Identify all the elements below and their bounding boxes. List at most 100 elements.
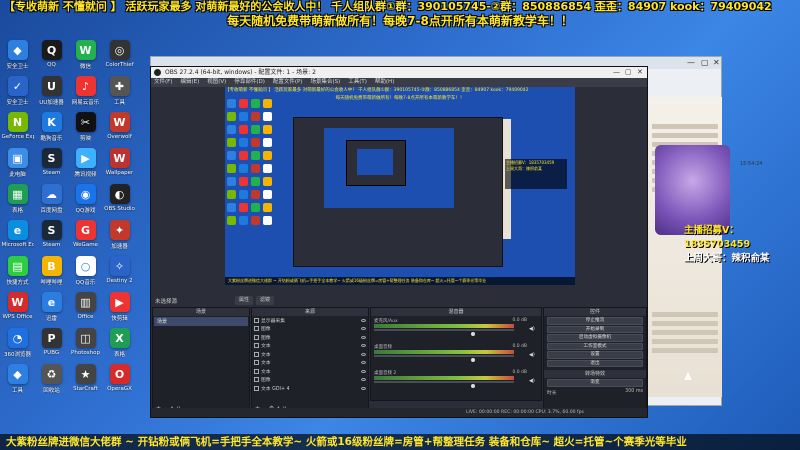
desktop-icon[interactable]: ✦ 加速器	[104, 220, 135, 256]
control-button[interactable]: 工作室模式	[547, 342, 643, 350]
source-row[interactable]: 文本 GDI+ 4	[252, 384, 368, 393]
desktop-icon[interactable]: ◐ OBS Studio	[104, 184, 135, 220]
speaker-icon[interactable]: ◀)	[529, 326, 537, 332]
control-button[interactable]: 启动虚拟摄像机	[547, 334, 643, 342]
desktop-icon[interactable]: S Steam	[36, 220, 67, 256]
desktop-icon[interactable]: W WPS Office	[2, 292, 33, 328]
desktop-icon[interactable]: K 酷狗音乐	[36, 112, 67, 148]
scene-item[interactable]: 场景	[154, 317, 248, 326]
desktop-icon[interactable]: ✧ Destiny 2	[104, 256, 135, 292]
visibility-icon[interactable]	[361, 318, 366, 322]
desktop-icon[interactable]: ▥ Office	[70, 292, 101, 328]
desktop-icon[interactable]: W 微信	[70, 40, 101, 76]
menu-item[interactable]: 视图(V)	[207, 78, 226, 87]
desktop-icon[interactable]: ▶ 腾讯视频	[70, 148, 101, 184]
transition-select[interactable]: 渐变	[547, 379, 643, 387]
desktop-icon[interactable]: Q QQ	[36, 40, 67, 76]
desktop-icon[interactable]: ◆ 工具	[2, 364, 33, 400]
menu-item[interactable]: 停靠部件(D)	[234, 78, 265, 87]
desktop-icon[interactable]: ✚ 工具	[104, 76, 135, 112]
speaker-icon[interactable]: ◀)	[529, 352, 537, 358]
tab-filters[interactable]: 滤镜	[256, 296, 275, 305]
source-row[interactable]: 文本	[252, 359, 368, 368]
minimize-icon[interactable]: —	[687, 58, 695, 67]
desktop-icon[interactable]: U UU加速器	[36, 76, 67, 112]
source-row[interactable]: 文本	[252, 367, 368, 376]
control-button[interactable]: 设置	[547, 351, 643, 359]
desktop-icon[interactable]: ◫ Photoshop	[70, 328, 101, 364]
maximize-icon[interactable]: ▢	[701, 58, 709, 67]
desktop-icon[interactable]: ◎ ColorThief	[104, 40, 135, 76]
visibility-icon[interactable]	[361, 327, 366, 331]
desktop-icon[interactable]: ♻ 回收站	[36, 364, 67, 400]
desktop-icon[interactable]: ✓ 安全卫士	[2, 76, 33, 112]
visibility-icon[interactable]	[361, 335, 366, 339]
desktop-icon[interactable]: W Wallpaper	[104, 148, 135, 184]
obs-preview[interactable]: 【专收萌新 不懂就问 】 活跃玩家最多 对萌新最好的公会收人中！ 千人组队群①群…	[225, 87, 575, 285]
source-name: 文本	[261, 369, 271, 375]
visibility-icon[interactable]	[361, 378, 366, 382]
source-row[interactable]: 文本	[252, 342, 368, 351]
desktop-icon[interactable]: W Overwolf	[104, 112, 135, 148]
desktop-icon[interactable]: ★ StarCraft	[70, 364, 101, 400]
source-row[interactable]: 图像	[252, 325, 368, 334]
preview-desktop-icon	[263, 177, 272, 186]
menu-item[interactable]: 编辑(E)	[180, 78, 199, 87]
desktop-icon[interactable]: B 哔哩哔哩	[36, 256, 67, 292]
desktop-icon[interactable]: ☁ 百度网盘	[36, 184, 67, 220]
volume-slider[interactable]	[471, 358, 475, 362]
desktop-icon[interactable]: e Microsoft Edge	[2, 220, 34, 256]
obs-maximize-icon[interactable]: ▢	[625, 67, 632, 78]
desktop-icon[interactable]: ✂ 剪映	[70, 112, 101, 148]
desktop-icon[interactable]: ◔ 360浏览器	[2, 328, 33, 364]
volume-slider[interactable]	[471, 384, 475, 388]
visibility-icon[interactable]	[361, 386, 366, 390]
desktop-icon[interactable]: ▦ 表格	[2, 184, 33, 220]
desktop-icon[interactable]: S Steam	[36, 148, 67, 184]
source-row[interactable]: 图像	[252, 376, 368, 385]
visibility-icon[interactable]	[361, 361, 366, 365]
desktop-icon[interactable]: G WeGame	[70, 220, 101, 256]
edge-icon: e	[7, 220, 28, 240]
desktop-icon[interactable]: ♪ 网易云音乐	[70, 76, 101, 112]
desktop-icon[interactable]: P PUBG	[36, 328, 67, 364]
desktop-icon[interactable]: ○ QQ音乐	[70, 256, 101, 292]
control-button[interactable]: 停止推流	[547, 317, 643, 325]
menu-item[interactable]: 配置文件(P)	[273, 78, 303, 87]
volume-slider[interactable]	[471, 332, 475, 336]
mixer-header: 混音器	[371, 308, 541, 316]
desktop-icon[interactable]: ◉ QQ游戏	[70, 184, 101, 220]
desktop-icon[interactable]: ◆ 安全卫士	[2, 40, 33, 76]
obs-minimize-icon[interactable]: —	[613, 67, 620, 78]
desktop-icon[interactable]: O OperaGX	[104, 364, 135, 400]
duration-value[interactable]: 300 ms	[625, 389, 643, 396]
menu-item[interactable]: 文件(F)	[154, 78, 172, 87]
menu-item[interactable]: 帮助(H)	[375, 78, 394, 87]
obs-close-icon[interactable]: ✕	[637, 67, 643, 78]
desktop-icon[interactable]: N GeForce Experience	[2, 112, 34, 148]
desktop-icon[interactable]: ▣ 此电脑	[2, 148, 33, 184]
visibility-icon[interactable]	[361, 344, 366, 348]
speaker-icon[interactable]: ◀)	[529, 378, 537, 384]
control-button[interactable]: 开始录制	[547, 325, 643, 333]
source-list: 显示器采集 图像 图像 文本 文本 文本 文本 图像 文本 GDI+ 4	[252, 316, 368, 393]
desktop-icon[interactable]: ▶ 快剪辑	[104, 292, 135, 328]
sources-dock: 来源 显示器采集图像图像文本文本文本文本图像文本 GDI+ 4 + − ⚙ ∧ …	[251, 307, 369, 415]
source-row[interactable]: 文本	[252, 350, 368, 359]
preview-nested-desktop-2	[357, 149, 393, 175]
source-row[interactable]: 图像	[252, 333, 368, 342]
source-row[interactable]: 显示器采集	[252, 316, 368, 325]
visibility-icon[interactable]	[361, 352, 366, 356]
preview-desktop-icon	[227, 99, 236, 108]
close-icon[interactable]: ✕	[713, 58, 720, 67]
control-button[interactable]: 退出	[547, 359, 643, 367]
menu-item[interactable]: 场景集合(S)	[310, 78, 340, 87]
tab-properties[interactable]: 属性	[235, 296, 254, 305]
preview-desktop-icon	[239, 177, 248, 186]
desktop-icon[interactable]: e 迅雷	[36, 292, 67, 328]
desktop-icon[interactable]: X 表格	[104, 328, 135, 364]
desktop-icon[interactable]: ▤ 快捷方式	[2, 256, 33, 292]
visibility-icon[interactable]	[361, 369, 366, 373]
desktop-icon-label: 安全卫士	[6, 100, 29, 106]
menu-item[interactable]: 工具(T)	[348, 78, 367, 87]
